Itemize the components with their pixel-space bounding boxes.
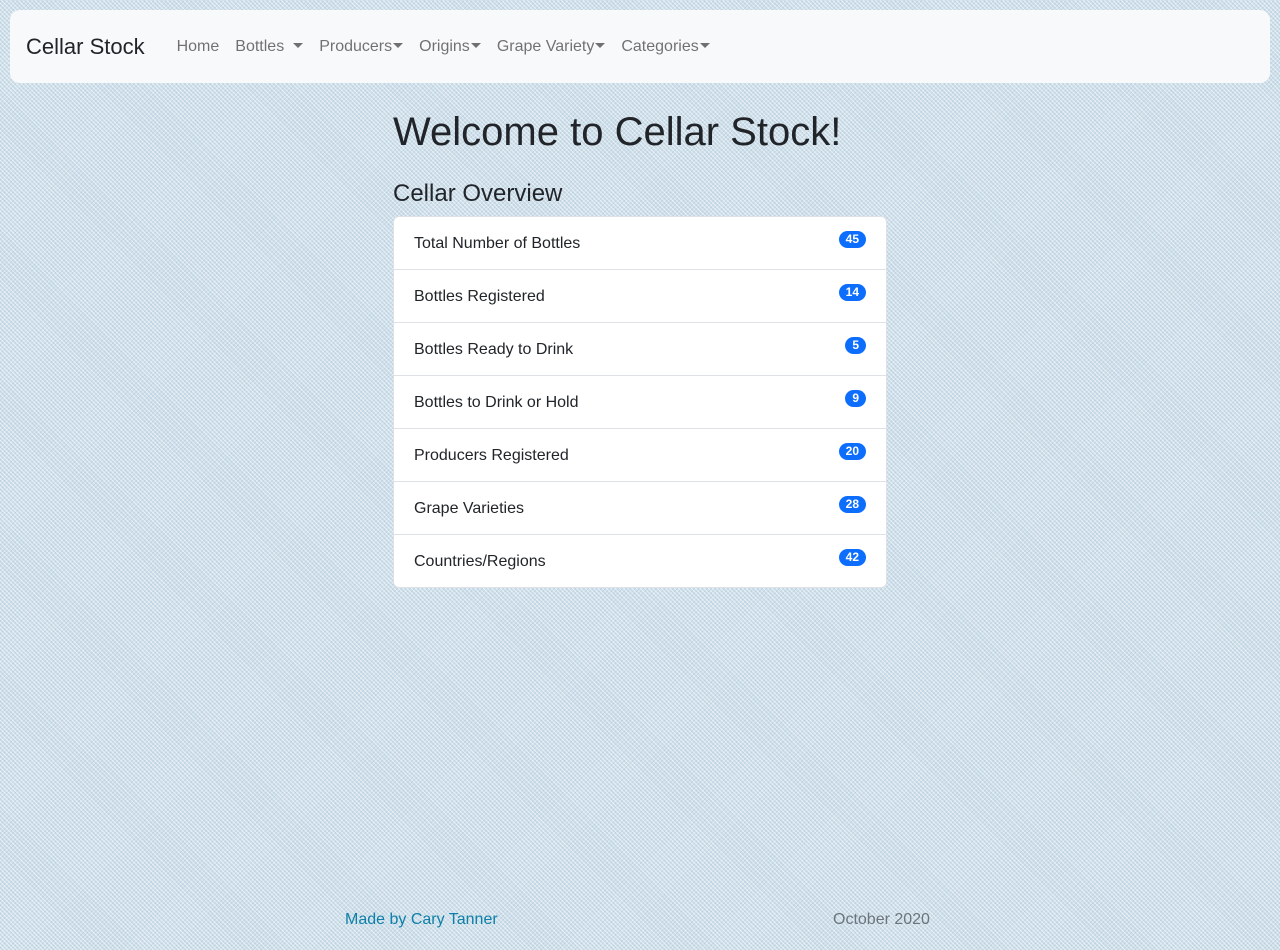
count-badge: 20 [838,443,866,460]
caret-down-icon [595,43,606,48]
count-badge: 28 [838,496,866,513]
nav-item-label: Categories [621,37,699,55]
nav-item-producers[interactable]: Producers [311,30,411,64]
list-item: Total Number of Bottles 45 [394,217,886,270]
footer-date: October 2020 [833,911,930,928]
nav-item-bottles[interactable]: Bottles [227,30,311,64]
nav-menu: Home Bottles Producers Origins Grape Var… [169,30,718,64]
nav-item-label: Origins [419,37,470,55]
list-item: Producers Registered 20 [394,429,886,482]
author-link[interactable]: Made by Cary Tanner [345,911,498,929]
nav-item-categories[interactable]: Categories [613,30,717,64]
caret-down-icon [393,43,404,48]
count-badge: 45 [838,231,866,248]
list-item: Bottles to Drink or Hold 9 [394,376,886,429]
list-item: Bottles Registered 14 [394,270,886,323]
overview-list: Total Number of Bottles 45 Bottles Regis… [393,216,887,588]
list-item: Grape Varieties 28 [394,482,886,535]
nav-item-origins[interactable]: Origins [411,30,489,64]
count-badge: 42 [838,549,866,566]
item-label: Producers Registered [414,447,569,464]
count-badge: 5 [845,337,866,354]
item-label: Total Number of Bottles [414,235,581,252]
page-title: Welcome to Cellar Stock! [393,110,842,154]
item-label: Bottles to Drink or Hold [414,394,579,411]
navbar: Cellar Stock Home Bottles Producers Orig… [10,10,1270,83]
caret-down-icon [293,43,304,48]
list-item: Bottles Ready to Drink 5 [394,323,886,376]
main-content: Welcome to Cellar Stock! Cellar Overview… [393,108,887,588]
nav-item-label: Producers [319,37,393,55]
nav-item-label: Grape Variety [496,37,595,55]
overview-heading: Cellar Overview [393,180,563,207]
brand-link[interactable]: Cellar Stock [26,34,145,60]
list-item: Countries/Regions 42 [394,535,886,587]
count-badge: 9 [845,390,866,407]
nav-item-grape-variety[interactable]: Grape Variety [489,30,614,64]
item-label: Bottles Ready to Drink [414,341,574,358]
nav-item-label: Home [176,37,220,55]
item-label: Grape Varieties [414,500,524,517]
item-label: Countries/Regions [414,553,546,570]
caret-down-icon [699,43,710,48]
nav-item-label: Bottles [235,37,285,55]
count-badge: 14 [838,284,866,301]
caret-down-icon [470,43,481,48]
nav-item-home[interactable]: Home [169,30,228,64]
item-label: Bottles Registered [414,288,545,305]
